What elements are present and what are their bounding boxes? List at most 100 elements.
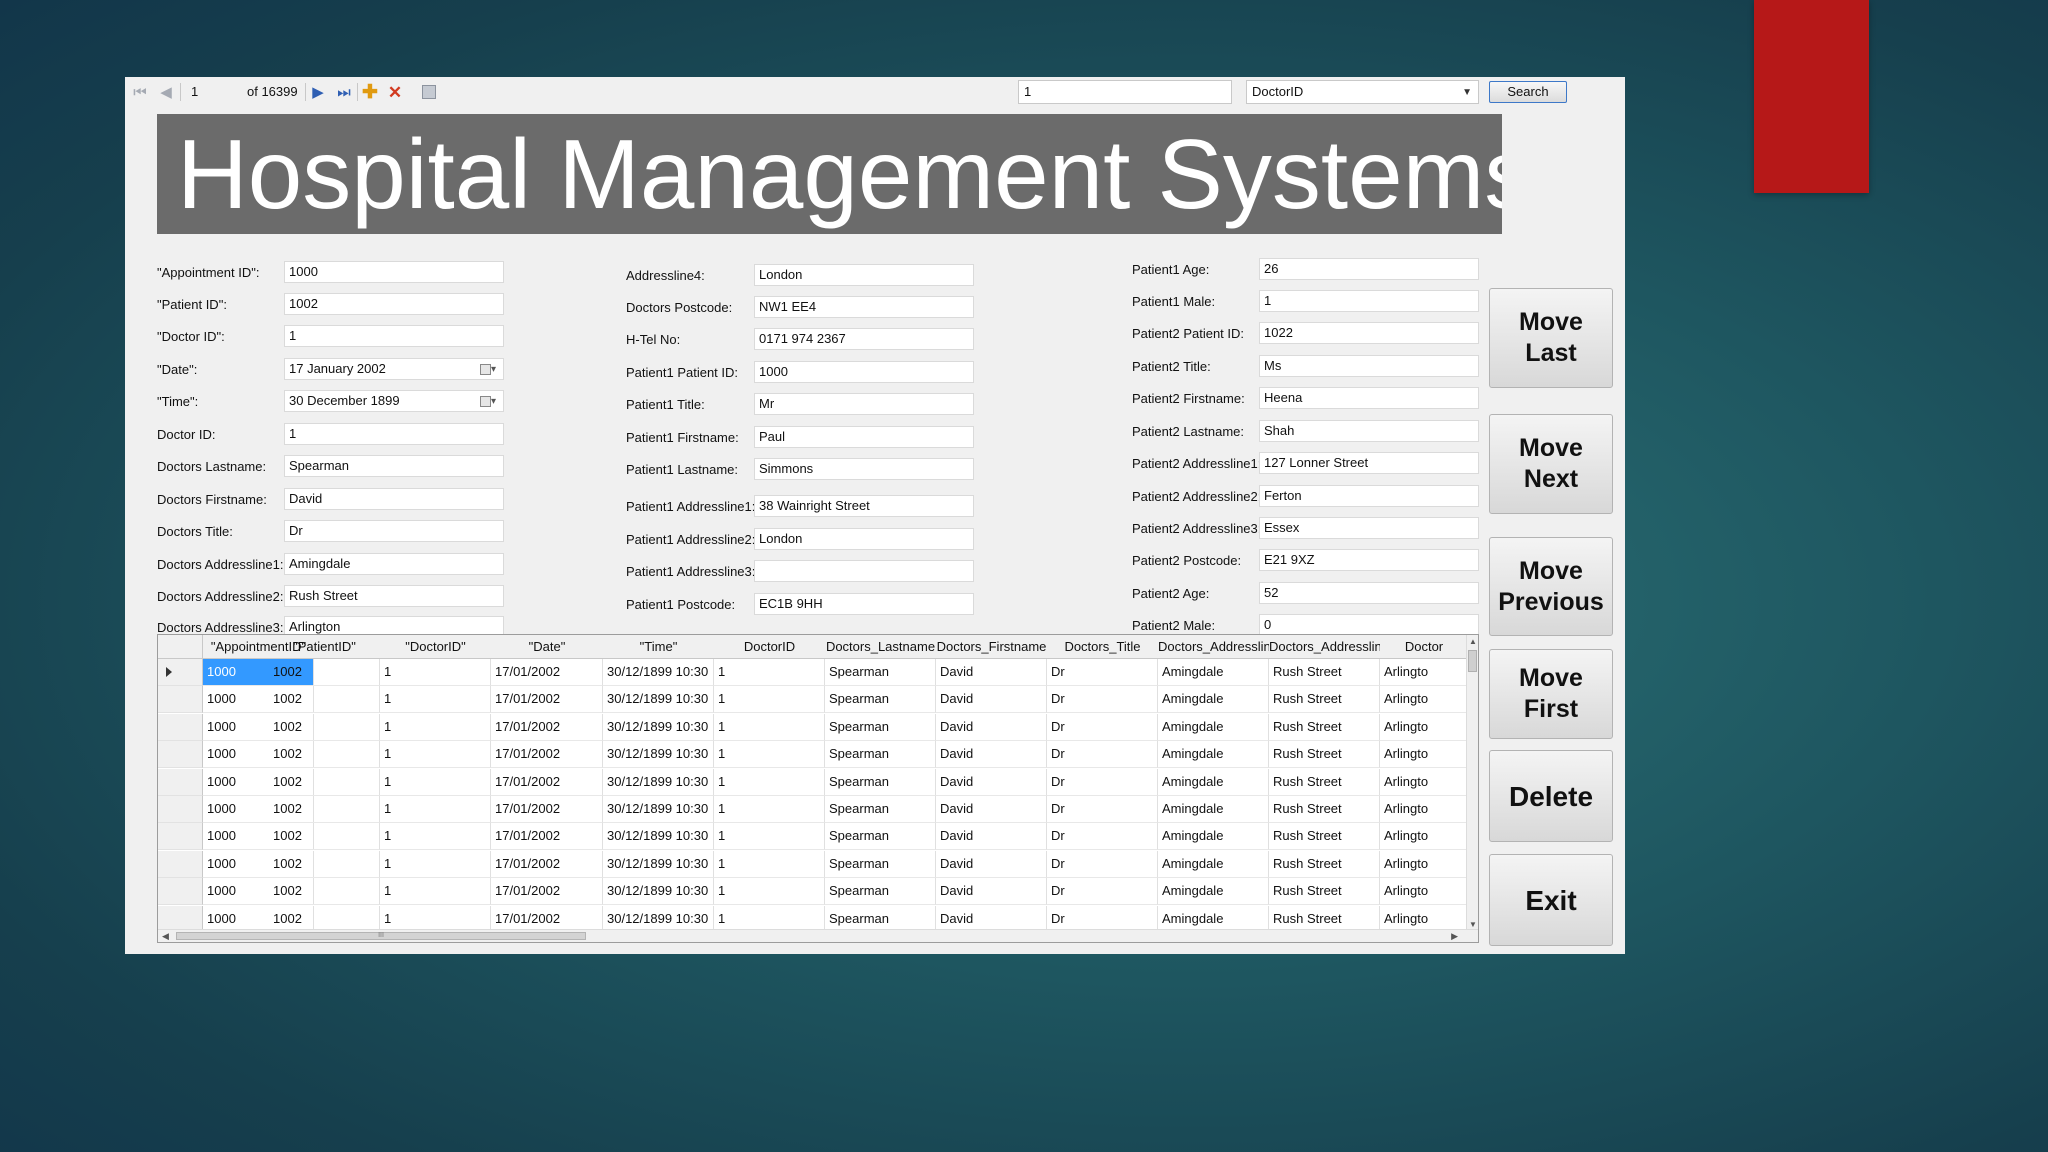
text-field[interactable]: EC1B 9HH [754,593,974,615]
grid-column-header[interactable]: "Time" [603,635,714,659]
scroll-right-icon[interactable]: ▶ [1451,931,1458,942]
grid-cell[interactable]: 1 [380,659,491,686]
grid-cell[interactable]: Dr [1047,741,1158,769]
grid-cell[interactable]: David [936,768,1047,796]
grid-cell[interactable]: 1002 [269,686,380,714]
grid-cell[interactable]: Dr [1047,713,1158,741]
table-row[interactable]: 1000 1002 1 17/01/2002 30/12/1899 10:30 1 Spea… [158,686,1468,714]
text-field[interactable]: Simmons [754,458,974,480]
grid-cell[interactable]: 1 [380,768,491,796]
grid-cell[interactable]: 30/12/1899 10:30 [603,713,714,741]
text-field[interactable]: David [284,488,504,510]
search-button[interactable]: Search [1489,81,1567,103]
grid-cell[interactable]: Arlingto [1380,768,1468,796]
grid-column-header[interactable]: Doctors_Title [1047,635,1158,659]
text-field[interactable]: 38 Wainright Street [754,495,974,517]
grid-cell[interactable]: Rush Street [1269,686,1380,714]
grid-cell[interactable]: 1002 [269,713,380,741]
grid-cell[interactable]: David [936,713,1047,741]
grid-cell[interactable]: Spearman [825,850,936,878]
grid-cell[interactable]: Arlingto [1380,741,1468,769]
grid-cell[interactable]: Amingdale [1158,796,1269,823]
grid-cell[interactable]: Spearman [825,878,936,906]
grid-column-header[interactable]: Doctor [1380,635,1468,659]
grid-cell[interactable]: 1 [380,823,491,851]
next-record-icon[interactable]: ▶ [309,83,327,101]
appointments-grid[interactable]: "AppointmentID" "PatientID" "DoctorID" "Dat… [157,634,1479,943]
previous-record-icon[interactable]: ◀ [157,83,175,101]
grid-cell[interactable]: 1 [380,796,491,823]
text-field[interactable]: Rush Street [284,585,504,607]
scroll-down-icon[interactable]: ▼ [1469,920,1477,929]
grid-cell[interactable]: Rush Street [1269,659,1380,686]
grid-cell[interactable]: Dr [1047,659,1158,686]
grid-cell[interactable]: 1 [380,850,491,878]
grid-cell[interactable]: David [936,850,1047,878]
grid-cell[interactable]: David [936,659,1047,686]
grid-cell[interactable]: Arlingto [1380,823,1468,851]
table-row[interactable]: 1000 1002 1 17/01/2002 30/12/1899 10:30 1 Spea… [158,768,1468,796]
grid-cell[interactable]: Dr [1047,823,1158,851]
move-previous-button[interactable]: Move Previous [1489,537,1613,636]
first-record-icon[interactable]: ⏮ [131,83,149,101]
text-field[interactable]: Essex [1259,517,1479,539]
grid-cell[interactable]: Arlingto [1380,878,1468,906]
text-field[interactable]: 1 [284,423,504,445]
grid-cell[interactable]: 30/12/1899 10:30 [603,686,714,714]
grid-cell[interactable]: Amingdale [1158,686,1269,714]
grid-cell[interactable]: 1002 [269,659,380,686]
text-field[interactable]: 52 [1259,582,1479,604]
grid-cell[interactable]: Arlingto [1380,850,1468,878]
text-field[interactable]: E21 9XZ [1259,549,1479,571]
grid-cell[interactable]: Amingdale [1158,713,1269,741]
grid-cell[interactable]: Spearman [825,741,936,769]
grid-cell[interactable]: Spearman [825,823,936,851]
grid-cell[interactable]: 1 [380,878,491,906]
grid-cell[interactable]: David [936,741,1047,769]
grid-cell[interactable]: Amingdale [1158,878,1269,906]
text-field[interactable]: 1 [284,325,504,347]
grid-cell[interactable]: 30/12/1899 10:30 [603,741,714,769]
grid-cell[interactable]: Spearman [825,768,936,796]
grid-column-header[interactable]: Doctors_Firstname [936,635,1047,659]
grid-cell[interactable]: Dr [1047,878,1158,906]
grid-cell[interactable]: 1002 [269,823,380,851]
grid-cell[interactable]: 30/12/1899 10:30 [603,768,714,796]
text-field[interactable]: Paul [754,426,974,448]
row-header[interactable] [158,741,203,769]
grid-cell[interactable]: 17/01/2002 [491,878,603,906]
text-field[interactable]: Spearman [284,455,504,477]
text-field[interactable]: 1000 [754,361,974,383]
grid-column-header[interactable]: DoctorID [714,635,825,659]
text-field[interactable]: Mr [754,393,974,415]
grid-cell[interactable]: Arlingto [1380,796,1468,823]
table-row[interactable]: 1000 1002 1 17/01/2002 30/12/1899 10:30 1 Spea… [158,741,1468,769]
calendar-dropdown-icon[interactable]: ▾ [480,364,498,376]
vertical-scroll-thumb[interactable] [1468,650,1477,672]
move-first-button[interactable]: Move First [1489,649,1613,739]
scroll-left-icon[interactable]: ◀ [162,931,169,942]
grid-cell[interactable]: 1 [714,686,825,714]
move-next-button[interactable]: Move Next [1489,414,1613,514]
table-row[interactable]: 1000 1002 1 17/01/2002 30/12/1899 10:30 1 Spea… [158,823,1468,851]
date-picker[interactable]: 30 December 1899 ▾ [284,390,504,412]
row-header[interactable] [158,878,203,906]
grid-cell[interactable]: Dr [1047,686,1158,714]
text-field[interactable]: Ms [1259,355,1479,377]
row-header[interactable] [158,659,203,686]
table-row[interactable]: 1000 1002 1 17/01/2002 30/12/1899 10:30 1 Spea… [158,796,1468,823]
grid-cell[interactable]: David [936,823,1047,851]
grid-cell[interactable]: Rush Street [1269,768,1380,796]
grid-cell[interactable]: Dr [1047,768,1158,796]
text-field[interactable]: 1002 [284,293,504,315]
grid-cell[interactable]: 17/01/2002 [491,796,603,823]
grid-cell[interactable]: Rush Street [1269,823,1380,851]
grid-cell[interactable]: 1002 [269,850,380,878]
grid-cell[interactable]: David [936,686,1047,714]
grid-cell[interactable]: Amingdale [1158,659,1269,686]
grid-cell[interactable]: Amingdale [1158,768,1269,796]
table-row[interactable]: 1000 1002 1 17/01/2002 30/12/1899 10:30 1 Spea… [158,713,1468,741]
table-row[interactable]: 1000 1002 1 17/01/2002 30/12/1899 10:30 1 Spea… [158,850,1468,878]
grid-cell[interactable]: 30/12/1899 10:30 [603,878,714,906]
grid-cell[interactable]: 1 [714,659,825,686]
